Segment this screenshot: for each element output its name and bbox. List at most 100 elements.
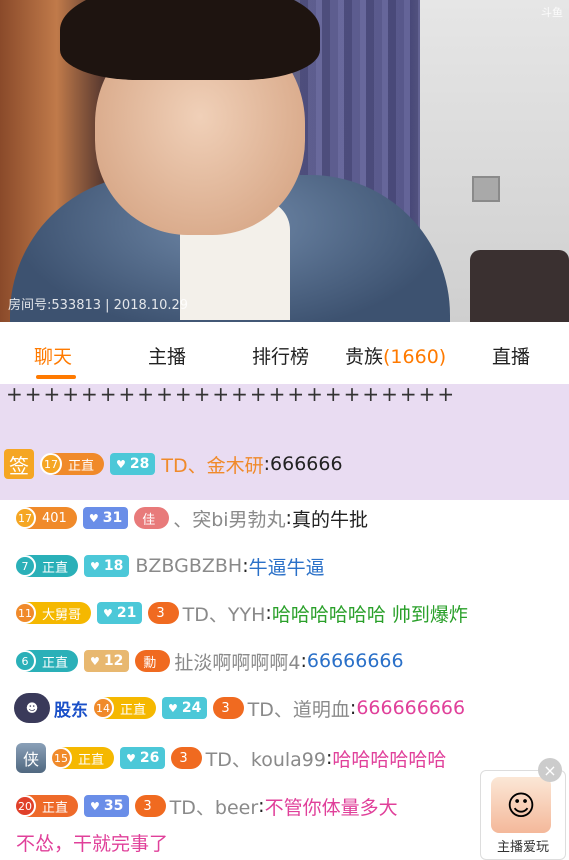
fan-badge: ♥ 18	[84, 555, 130, 577]
chat-row: 7 正直 ♥ 18 BZBGBZBH: 牛逼牛逼	[14, 548, 325, 584]
chat-message: 牛逼牛逼	[248, 556, 325, 579]
chat-username[interactable]: 、突bi男勃丸	[173, 505, 285, 532]
mascot-icon: ☺	[491, 777, 551, 833]
streamer-promo-widget[interactable]: ☺ 主播爱玩	[480, 770, 566, 860]
tab-ranking-label: 排行榜	[252, 346, 310, 368]
promo-label: 主播爱玩	[496, 840, 549, 855]
tab-chat[interactable]: 聊天	[34, 342, 72, 369]
tab-bar: 聊天 主播 排行榜 贵族(1660) 直播	[0, 322, 569, 385]
shareholder-badge: 股东	[54, 700, 88, 721]
vip-badge: 3	[213, 697, 244, 719]
level-number: 7	[14, 555, 36, 577]
wall-switch	[472, 176, 500, 202]
heart-icon: ♥	[90, 654, 100, 668]
live-video[interactable]: 斗鱼 房间号:533813 | 2018.10.29	[0, 0, 569, 322]
tab-nobles[interactable]: 贵族(1660)	[345, 342, 446, 369]
chat-message: 真的牛批	[291, 508, 368, 531]
shareholder-avatar: ☻	[14, 693, 50, 723]
level-badge: 11 大舅哥	[14, 602, 92, 624]
chat-message: 哈哈哈哈哈哈 帅到爆炸	[271, 603, 468, 626]
heart-icon: ♥	[126, 751, 136, 765]
chair	[470, 250, 569, 322]
watermark: 斗鱼	[541, 6, 563, 19]
level-number: 20	[14, 795, 36, 817]
level-text: 正直	[42, 560, 69, 576]
room-info: 房间号:533813 | 2018.10.29	[8, 298, 189, 313]
heart-icon: ♥	[168, 701, 178, 715]
chat-row: 6 正直 ♥ 12 勳 扯淡啊啊啊啊4: 66666666	[14, 643, 404, 679]
level-number: 11	[14, 602, 36, 624]
tab-nobles-label: 贵族	[345, 346, 384, 368]
fan-badge: ♥ 21	[97, 602, 143, 624]
fan-badge: ♥ 28	[110, 453, 156, 475]
fan-level: 26	[139, 750, 160, 766]
close-icon[interactable]: ×	[538, 758, 562, 782]
tab-live[interactable]: 直播	[492, 342, 530, 369]
chat-row-continuation: 不怂，干就完事了	[16, 824, 168, 858]
level-number: 17	[14, 507, 36, 529]
shield-badge: 侠	[16, 743, 46, 773]
fan-badge: ♥ 26	[120, 747, 166, 769]
level-number: 17	[40, 453, 62, 475]
fan-badge: ♥ 24	[162, 697, 208, 719]
fan-level: 12	[103, 653, 124, 669]
chat-row: 签 17 正直 ♥ 28 TD、金木研: 666666	[4, 446, 343, 482]
chat-username[interactable]: 扯淡啊啊啊啊4	[174, 648, 300, 675]
fan-level: 35	[103, 798, 124, 814]
chat-row: 11 大舅哥 ♥ 21 3 TD、YYH: 哈哈哈哈哈哈 帅到爆炸	[14, 595, 468, 631]
chat-username[interactable]: TD、金木研	[161, 451, 263, 478]
level-badge: 14 正直	[92, 697, 157, 719]
chat-message: 不管你体量多大	[264, 796, 398, 819]
tab-nobles-count: (1660)	[383, 346, 447, 368]
level-badge: 17 401	[14, 507, 77, 529]
level-number: 14	[92, 697, 114, 719]
fan-badge: ♥ 31	[82, 507, 129, 529]
chat-crosses: ++++++++++++++++++++++++	[6, 384, 457, 406]
fan-level: 18	[103, 558, 124, 574]
chat-message-continuation: 不怂，干就完事了	[16, 832, 169, 855]
chat-username[interactable]: TD、koula99	[206, 745, 326, 772]
fan-level: 24	[181, 700, 202, 716]
chat-username[interactable]: BZBGBZBH	[135, 555, 242, 577]
fan-level: 28	[129, 456, 150, 472]
level-badge: 6 正直	[14, 650, 79, 672]
chat-username[interactable]: TD、道明血	[248, 695, 350, 722]
level-text: 大舅哥	[42, 607, 82, 623]
level-badge: 15 正直	[50, 747, 115, 769]
level-badge: 17 正直	[40, 453, 105, 475]
level-text: 正直	[42, 800, 69, 816]
tab-active-indicator	[36, 375, 76, 379]
level-number: 15	[50, 747, 72, 769]
chat-row: 20 正直 ♥ 35 3 TD、beer: 不管你体量多大	[14, 788, 398, 824]
chat-message: 66666666	[306, 650, 404, 672]
vip-badge: 3	[135, 795, 166, 817]
vip-badge: 佳	[134, 507, 170, 529]
fan-badge: ♥ 35	[84, 795, 130, 817]
chat-row: ☻ 股东 14 正直 ♥ 24 3 TD、道明血: 666666666	[14, 690, 465, 726]
chat-message: 哈哈哈哈哈哈	[332, 748, 447, 771]
level-number: 6	[14, 650, 36, 672]
heart-icon: ♥	[116, 457, 126, 471]
chat-message: 666666666	[356, 697, 466, 719]
vip-badge: 3	[148, 602, 179, 624]
level-badge: 7 正直	[14, 555, 79, 577]
level-text: 正直	[42, 655, 69, 671]
heart-icon: ♥	[90, 799, 100, 813]
chat-row: 17 401 ♥ 31 佳 、突bi男勃丸: 真的牛批	[14, 500, 368, 536]
streamer-hair	[60, 0, 320, 80]
fan-level: 31	[102, 510, 123, 526]
vip-badge: 勳	[135, 650, 171, 672]
heart-icon: ♥	[88, 511, 99, 525]
sign-badge: 签	[4, 449, 34, 479]
heart-icon: ♥	[90, 559, 100, 573]
chat-message: 666666	[270, 453, 343, 475]
tab-streamer[interactable]: 主播	[148, 342, 186, 369]
chat-username[interactable]: TD、beer	[170, 793, 259, 820]
fan-level: 21	[116, 605, 137, 621]
vip-badge: 3	[171, 747, 202, 769]
level-text: 正直	[120, 702, 147, 718]
heart-icon: ♥	[103, 606, 113, 620]
tab-ranking[interactable]: 排行榜	[252, 342, 309, 369]
chat-username[interactable]: TD、YYH	[183, 600, 266, 627]
level-badge: 20 正直	[14, 795, 79, 817]
